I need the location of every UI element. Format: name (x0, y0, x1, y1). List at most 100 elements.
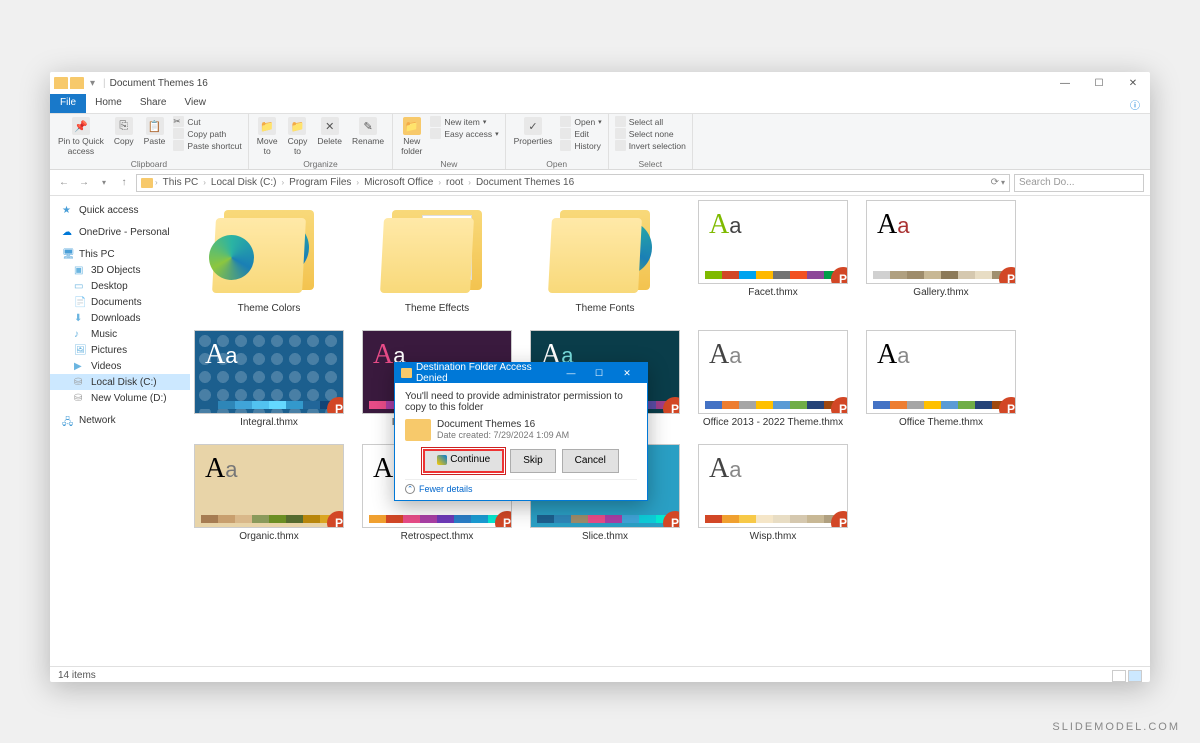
powerpoint-icon: P (999, 397, 1016, 414)
new-folder-button[interactable]: 📁New folder (399, 116, 424, 157)
sidebar-this-pc[interactable]: 🖥This PC (50, 246, 190, 262)
chevron-up-icon: ⌃ (405, 484, 415, 494)
theme-file-item[interactable]: Aa P Organic.thmx (194, 444, 344, 542)
file-grid: Theme Colors Theme Effects Theme Fonts Aa … (190, 196, 1150, 666)
theme-file-item[interactable]: Aa P Wisp.thmx (698, 444, 848, 542)
address-bar: ← → ▾ ↑ › This PC› Local Disk (C:)› Prog… (50, 170, 1150, 196)
organize-group-label: Organize (303, 159, 338, 169)
properties-button[interactable]: ✓Properties (512, 116, 555, 147)
details-view-button[interactable] (1112, 670, 1126, 682)
dialog-minimize[interactable]: — (557, 368, 585, 379)
close-button[interactable]: ✕ (1116, 72, 1150, 94)
sidebar-documents[interactable]: 📄Documents (50, 294, 190, 310)
paste-shortcut-button[interactable]: Paste shortcut (173, 140, 241, 151)
dialog-date-created: Date created: 7/29/2024 1:09 AM (437, 430, 569, 440)
theme-label: Facet.thmx (748, 287, 797, 298)
sidebar-local-disk-c[interactable]: ⛁Local Disk (C:) (50, 374, 190, 390)
share-tab[interactable]: Share (131, 94, 176, 113)
help-icon[interactable]: ⓘ (1120, 94, 1150, 113)
theme-label: Retrospect.thmx (401, 531, 474, 542)
item-count: 14 items (58, 670, 96, 681)
up-button[interactable]: ↑ (116, 177, 132, 188)
forward-button[interactable]: → (76, 177, 92, 188)
copy-to-button[interactable]: 📁Copy to (286, 116, 310, 157)
minimize-button[interactable]: — (1048, 72, 1082, 94)
rename-button[interactable]: ✎Rename (350, 116, 386, 147)
crumb-msoffice[interactable]: Microsoft Office (361, 177, 436, 188)
powerpoint-icon: P (831, 511, 848, 528)
sidebar-3d-objects[interactable]: ▣3D Objects (50, 262, 190, 278)
cancel-button[interactable]: Cancel (562, 449, 619, 473)
powerpoint-icon: P (831, 267, 848, 284)
theme-file-item[interactable]: Aa P Integral.thmx (194, 330, 344, 428)
sidebar-videos[interactable]: ▶Videos (50, 358, 190, 374)
view-tab[interactable]: View (176, 94, 216, 113)
crumb-themes16[interactable]: Document Themes 16 (473, 177, 577, 188)
theme-file-item[interactable]: Aa P Facet.thmx (698, 200, 848, 314)
select-none-button[interactable]: Select none (615, 128, 686, 139)
down-chevron-icon[interactable]: ▾ (90, 78, 95, 89)
file-tab[interactable]: File (50, 94, 86, 113)
breadcrumb[interactable]: › This PC› Local Disk (C:)› Program File… (136, 174, 1010, 192)
sidebar-quick-access[interactable]: ★Quick access (50, 202, 190, 218)
dialog-folder-name: Document Themes 16 (437, 419, 569, 430)
home-tab[interactable]: Home (86, 94, 131, 113)
copy-button[interactable]: ⎘Copy (112, 116, 136, 147)
refresh-button[interactable]: ⟳ (991, 177, 999, 188)
fewer-details-button[interactable]: ⌃ Fewer details (405, 479, 637, 494)
new-group-label: New (440, 159, 457, 169)
continue-button[interactable]: Continue (423, 449, 504, 473)
move-to-button[interactable]: 📁Move to (255, 116, 280, 157)
cut-button[interactable]: ✂Cut (173, 116, 241, 127)
folder-label: Theme Effects (405, 303, 469, 314)
dialog-maximize[interactable]: ☐ (585, 368, 613, 379)
sidebar-network[interactable]: 🖧Network (50, 412, 190, 428)
powerpoint-icon: P (831, 397, 848, 414)
folder-item[interactable]: Theme Fonts (530, 200, 680, 314)
theme-label: Office Theme.thmx (899, 417, 983, 428)
thumbnail-view-button[interactable] (1128, 670, 1142, 682)
uac-shield-icon (437, 455, 447, 465)
theme-label: Slice.thmx (582, 531, 628, 542)
search-input[interactable]: Search Do... (1014, 174, 1144, 192)
history-button[interactable]: History (560, 140, 601, 151)
copy-path-button[interactable]: Copy path (173, 128, 241, 139)
crumb-c[interactable]: Local Disk (C:) (208, 177, 280, 188)
folder-icon (70, 77, 84, 89)
back-button[interactable]: ← (56, 177, 72, 188)
sidebar-new-volume-d[interactable]: ⛁New Volume (D:) (50, 390, 190, 406)
sidebar-music[interactable]: ♪Music (50, 326, 190, 342)
theme-file-item[interactable]: Aa P Gallery.thmx (866, 200, 1016, 314)
sidebar-onedrive[interactable]: ☁OneDrive - Personal (50, 224, 190, 240)
powerpoint-icon: P (663, 397, 680, 414)
edit-button[interactable]: Edit (560, 128, 601, 139)
select-all-button[interactable]: Select all (615, 116, 686, 127)
crumb-thispc[interactable]: This PC (160, 177, 202, 188)
new-item-button[interactable]: New item▾ (430, 116, 498, 127)
recent-button[interactable]: ▾ (96, 178, 112, 187)
paste-button[interactable]: 📋Paste (142, 116, 168, 147)
sidebar-pictures[interactable]: 🖼Pictures (50, 342, 190, 358)
crumb-root[interactable]: root (443, 177, 466, 188)
open-button[interactable]: Open▾ (560, 116, 601, 127)
skip-button[interactable]: Skip (510, 449, 555, 473)
open-group-label: Open (546, 159, 567, 169)
theme-file-item[interactable]: Aa P Office Theme.thmx (866, 330, 1016, 428)
maximize-button[interactable]: ☐ (1082, 72, 1116, 94)
easy-access-button[interactable]: Easy access▾ (430, 128, 498, 139)
powerpoint-icon: P (663, 511, 680, 528)
folder-item[interactable]: Theme Effects (362, 200, 512, 314)
pin-quickaccess-button[interactable]: 📌Pin to Quick access (56, 116, 106, 157)
powerpoint-icon: P (495, 511, 512, 528)
dropdown-button[interactable]: ▾ (1001, 178, 1005, 187)
crumb-programfiles[interactable]: Program Files (286, 177, 354, 188)
powerpoint-icon: P (327, 397, 344, 414)
sidebar-downloads[interactable]: ⬇Downloads (50, 310, 190, 326)
invert-selection-button[interactable]: Invert selection (615, 140, 686, 151)
theme-file-item[interactable]: Aa P Office 2013 - 2022 Theme.thmx (698, 330, 848, 428)
delete-button[interactable]: ✕Delete (315, 116, 344, 147)
sidebar-desktop[interactable]: ▭Desktop (50, 278, 190, 294)
dialog-close[interactable]: ✕ (613, 368, 641, 379)
menu-tabs: File Home Share View ⓘ (50, 94, 1150, 114)
folder-item[interactable]: Theme Colors (194, 200, 344, 314)
